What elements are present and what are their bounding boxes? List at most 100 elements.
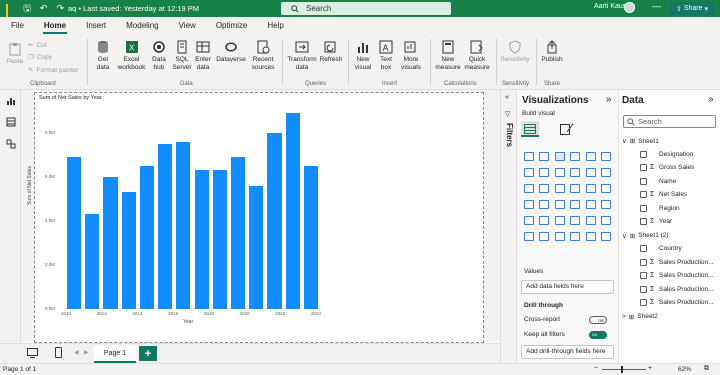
text-box-button[interactable]: A Text box <box>376 40 396 71</box>
chart-bar[interactable] <box>230 157 246 309</box>
desktop-layout-icon[interactable] <box>27 348 38 358</box>
visual-type-icon[interactable] <box>537 212 553 228</box>
visual-type-icon[interactable] <box>583 164 599 180</box>
tab-home[interactable]: Home <box>42 17 68 35</box>
field-item[interactable]: Country <box>640 245 682 252</box>
visual-type-icon[interactable] <box>568 164 584 180</box>
visual-type-icon[interactable] <box>583 228 599 244</box>
chevron-down-icon[interactable]: ∨ <box>622 137 627 145</box>
values-well[interactable]: Add data fields here <box>521 280 614 294</box>
prev-page-icon[interactable]: ◀ <box>74 349 79 356</box>
visual-type-icon[interactable] <box>583 196 599 212</box>
field-checkbox[interactable] <box>640 285 647 293</box>
field-checkbox[interactable] <box>640 150 647 158</box>
table-view-icon[interactable] <box>6 117 16 127</box>
get-data-button[interactable]: Get data <box>92 40 114 71</box>
chart-bar[interactable] <box>158 144 173 309</box>
visual-type-icon[interactable] <box>552 180 568 196</box>
zoom-out-icon[interactable]: − <box>594 365 598 372</box>
visual-type-icon[interactable] <box>599 180 615 196</box>
tab-insert[interactable]: Insert <box>86 17 106 35</box>
visual-type-icon[interactable] <box>583 148 599 164</box>
tab-help[interactable]: Help <box>267 17 283 35</box>
recent-sources-button[interactable]: Recent sources <box>249 40 277 71</box>
collapse-icon[interactable]: « <box>505 94 509 101</box>
chart-bar[interactable] <box>249 185 264 309</box>
visual-type-icon[interactable] <box>599 164 615 180</box>
visual-type-icon[interactable] <box>552 228 568 244</box>
visual-type-icon[interactable] <box>568 228 584 244</box>
field-checkbox[interactable] <box>640 191 647 198</box>
zoom-level[interactable]: 62% <box>678 366 691 373</box>
visual-type-icon[interactable] <box>537 148 553 164</box>
field-item[interactable]: Σ Sales Production... <box>640 258 714 266</box>
visual-type-icon[interactable] <box>521 228 537 244</box>
dataverse-button[interactable]: Dataverse <box>214 40 248 64</box>
data-hub-button[interactable]: Data hub <box>149 40 169 71</box>
zoom-in-icon[interactable]: + <box>648 365 652 372</box>
field-item[interactable]: Σ Sales Production... <box>640 285 714 293</box>
visual-type-icon[interactable] <box>521 148 537 164</box>
visual-type-icon[interactable] <box>599 196 615 212</box>
chart-bar[interactable] <box>139 166 155 309</box>
format-visual-icon[interactable] <box>560 123 574 135</box>
chart-bar[interactable] <box>67 157 82 309</box>
visual-type-icon[interactable] <box>583 180 599 196</box>
field-item[interactable]: Σ Net Sales <box>640 191 687 198</box>
format-painter-button[interactable]: ✎ Format painter <box>28 66 79 75</box>
table-node[interactable]: ∨ ⊞ Sheet1 <box>622 137 659 146</box>
chart-bar[interactable] <box>85 214 100 309</box>
field-item[interactable]: Name <box>640 177 676 185</box>
chart-bar[interactable] <box>303 166 318 309</box>
field-checkbox[interactable] <box>640 218 647 225</box>
chevron-right-icon[interactable]: > <box>622 313 626 320</box>
chart-bar[interactable] <box>212 170 227 309</box>
visual-type-icon[interactable] <box>521 212 537 228</box>
visual-type-icon[interactable] <box>521 180 537 196</box>
field-item[interactable]: Designation <box>640 150 693 158</box>
field-checkbox[interactable] <box>640 299 647 306</box>
add-page-button[interactable]: + <box>139 346 157 361</box>
excel-workbook-button[interactable]: X Excel workbook <box>117 40 146 71</box>
model-view-icon[interactable] <box>6 139 16 149</box>
field-item[interactable]: Σ Year <box>640 218 672 225</box>
field-checkbox[interactable] <box>640 204 647 212</box>
field-checkbox[interactable] <box>640 177 647 185</box>
new-measure-button[interactable]: New measure <box>434 40 462 71</box>
copy-button[interactable]: ❐ Copy <box>28 53 52 62</box>
fit-to-page-icon[interactable]: ⧉ <box>704 365 709 373</box>
enter-data-button[interactable]: Enter data <box>194 40 212 71</box>
table-node[interactable]: ∨ ⊞ Sheet1 (2) <box>622 232 669 240</box>
visual-type-icon[interactable] <box>599 212 615 228</box>
document-title[interactable]: aq • Last saved: Yesterday at 12:19 PM <box>68 4 283 13</box>
paste-button[interactable]: Paste <box>5 42 25 66</box>
chevron-down-icon[interactable]: ∨ <box>622 232 627 240</box>
visual-type-icon[interactable] <box>568 148 584 164</box>
field-checkbox[interactable] <box>640 245 647 252</box>
build-visual-tab[interactable] <box>521 121 539 137</box>
minimize-icon[interactable]: — <box>652 1 661 11</box>
tab-view[interactable]: View <box>179 17 196 35</box>
visual-type-icon[interactable] <box>552 196 568 212</box>
table-node[interactable]: > ⊞ Sheet2 <box>622 313 658 321</box>
more-visuals-button[interactable]: More visuals <box>398 40 424 71</box>
visual-type-icon[interactable] <box>599 148 615 164</box>
field-item[interactable]: Σ Sales Production... <box>640 272 714 279</box>
tab-file[interactable]: File <box>11 17 24 35</box>
field-checkbox[interactable] <box>640 164 647 171</box>
chart-bar[interactable] <box>194 170 209 309</box>
new-visual-button[interactable]: New visual <box>352 40 374 71</box>
transform-data-button[interactable]: Transform data <box>286 40 318 71</box>
chart-bar[interactable] <box>267 133 282 309</box>
visual-type-icon[interactable] <box>521 164 537 180</box>
mobile-layout-icon[interactable] <box>55 347 62 358</box>
refresh-button[interactable]: Refresh <box>318 40 344 64</box>
drill-through-well[interactable]: Add drill-through fields here <box>521 345 614 359</box>
visual-type-icon[interactable] <box>537 164 553 180</box>
visual-type-icon[interactable] <box>552 212 568 228</box>
sql-server-button[interactable]: SQL Server <box>172 40 192 71</box>
visual-type-icon[interactable] <box>537 180 553 196</box>
visual-type-icon[interactable] <box>568 180 584 196</box>
zoom-slider[interactable] <box>602 369 646 370</box>
field-checkbox[interactable] <box>640 258 647 266</box>
